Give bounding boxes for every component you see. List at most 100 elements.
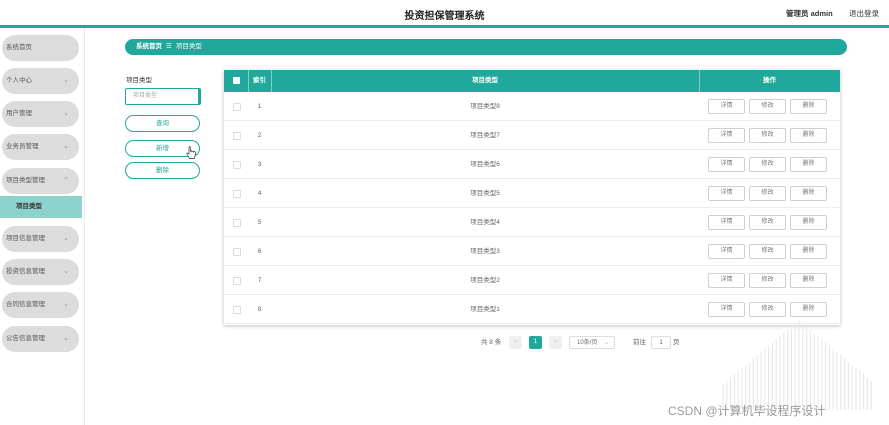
breadcrumb: 系统首页 ☰ 项目类型 <box>125 39 847 55</box>
edit-button[interactable]: 修改 <box>749 273 786 288</box>
sidebar-item-announcements[interactable]: 公告信息管理 ⌄ <box>2 326 79 352</box>
table-row: 7 项目类型2 详情 修改 删除 <box>224 266 840 295</box>
chevron-down-icon: ⌄ <box>63 235 69 242</box>
row-checkbox[interactable] <box>233 277 241 285</box>
select-all-checkbox[interactable] <box>233 77 240 84</box>
sidebar-item-salesmen[interactable]: 业务员管理 ⌄ <box>2 134 79 160</box>
sidebar-item-profile[interactable]: 个人中心 ⌄ <box>2 68 79 94</box>
row-type: 项目类型5 <box>470 190 500 197</box>
top-bar: 投资担保管理系统 管理员 admin 退出登录 <box>0 0 889 25</box>
row-index: 2 <box>257 132 262 139</box>
header-divider <box>0 25 889 28</box>
app-title: 投资担保管理系统 <box>404 11 485 22</box>
row-index: 4 <box>257 190 262 197</box>
logout-link[interactable]: 退出登录 <box>849 8 879 19</box>
row-delete-button[interactable]: 删除 <box>790 99 827 114</box>
row-index: 5 <box>257 219 262 226</box>
row-type: 项目类型7 <box>470 132 500 139</box>
row-index: 8 <box>257 306 262 313</box>
breadcrumb-home[interactable]: 系统首页 <box>136 43 162 50</box>
chevron-down-icon: ⌄ <box>63 301 69 308</box>
delete-button[interactable]: 删除 <box>125 162 200 179</box>
page-size-select[interactable]: 10条/页 ⌄ <box>569 336 615 349</box>
edit-button[interactable]: 修改 <box>749 186 786 201</box>
chevron-up-icon: ⌃ <box>63 177 69 184</box>
query-button[interactable]: 查询 <box>125 115 200 132</box>
sidebar-item-label: 用户管理 <box>6 110 32 117</box>
page-unit-label: 页 <box>673 339 680 346</box>
prev-page-button[interactable]: ‹ <box>509 336 522 349</box>
search-input[interactable]: 项目类型 <box>125 88 201 105</box>
row-index: 3 <box>257 161 262 168</box>
edit-button[interactable]: 修改 <box>749 99 786 114</box>
sidebar-item-investments[interactable]: 投资信息管理 ⌄ <box>2 259 79 285</box>
chevron-down-icon: ⌄ <box>63 110 69 117</box>
page-number-1[interactable]: 1 <box>529 336 542 349</box>
row-delete-button[interactable]: 删除 <box>790 186 827 201</box>
edit-button[interactable]: 修改 <box>749 244 786 259</box>
detail-button[interactable]: 详情 <box>708 244 745 259</box>
page-size-value: 10条/页 <box>577 340 598 346</box>
sidebar-item-project-types[interactable]: 项目类型管理 ⌃ <box>2 168 79 194</box>
hand-cursor-icon <box>186 146 196 159</box>
sidebar-item-home[interactable]: 系统首页 <box>2 35 79 61</box>
row-index: 6 <box>257 248 262 255</box>
sidebar-item-label: 合同信息管理 <box>6 301 45 308</box>
table-row: 1 项目类型8 详情 修改 删除 <box>224 92 840 121</box>
edit-button[interactable]: 修改 <box>749 157 786 172</box>
header-type: 项目类型 <box>472 77 498 84</box>
sidebar-item-users[interactable]: 用户管理 ⌄ <box>2 101 79 127</box>
goto-label: 前往 <box>633 339 646 346</box>
row-checkbox[interactable] <box>233 132 241 140</box>
detail-button[interactable]: 详情 <box>708 273 745 288</box>
sidebar: 系统首页 个人中心 ⌄ 用户管理 ⌄ 业务员管理 ⌄ 项目类型管理 ⌃ 项目类型 项目信… <box>0 28 85 425</box>
table-row: 6 项目类型3 详情 修改 删除 <box>224 237 840 266</box>
detail-button[interactable]: 详情 <box>708 186 745 201</box>
row-checkbox[interactable] <box>233 103 241 111</box>
row-checkbox[interactable] <box>233 219 241 227</box>
row-delete-button[interactable]: 删除 <box>790 215 827 230</box>
detail-button[interactable]: 详情 <box>708 215 745 230</box>
row-delete-button[interactable]: 删除 <box>790 128 827 143</box>
row-type: 项目类型8 <box>470 103 500 110</box>
table-row: 2 项目类型7 详情 修改 删除 <box>224 121 840 150</box>
row-checkbox[interactable] <box>233 161 241 169</box>
row-index: 7 <box>257 277 262 284</box>
table-row: 3 项目类型6 详情 修改 删除 <box>224 150 840 179</box>
row-delete-button[interactable]: 删除 <box>790 244 827 259</box>
breadcrumb-current: 项目类型 <box>175 43 202 50</box>
detail-button[interactable]: 详情 <box>708 157 745 172</box>
chevron-down-icon: ⌄ <box>63 77 69 84</box>
search-label: 项目类型 <box>126 77 152 84</box>
edit-button[interactable]: 修改 <box>749 215 786 230</box>
detail-button[interactable]: 详情 <box>708 128 745 143</box>
current-user: 管理员 admin <box>786 9 833 18</box>
row-type: 项目类型2 <box>470 277 500 284</box>
data-table: 索引 项目类型 操作 1 项目类型8 详情 修改 删除 2 项目类型7 详情 修改 删除 3 项目类型… <box>224 70 840 325</box>
row-delete-button[interactable]: 删除 <box>790 273 827 288</box>
row-type: 项目类型6 <box>470 161 500 168</box>
row-checkbox[interactable] <box>233 306 241 314</box>
header-actions: 操作 <box>763 77 776 84</box>
sidebar-item-label: 公告信息管理 <box>6 335 45 342</box>
table-row: 5 项目类型4 详情 修改 删除 <box>224 208 840 237</box>
edit-button[interactable]: 修改 <box>749 128 786 143</box>
sidebar-subitem-project-type[interactable]: 项目类型 <box>0 196 82 218</box>
watermark: CSDN @计算机毕设程序设计 <box>668 404 826 418</box>
sidebar-item-label: 系统首页 <box>6 44 32 51</box>
pagination-total: 共 8 条 <box>481 339 502 346</box>
row-index: 1 <box>257 103 262 110</box>
chevron-down-icon: ⌄ <box>63 143 69 150</box>
sidebar-item-contracts[interactable]: 合同信息管理 ⌄ <box>2 292 79 318</box>
row-delete-button[interactable]: 删除 <box>790 157 827 172</box>
row-type: 项目类型1 <box>470 306 500 313</box>
detail-button[interactable]: 详情 <box>708 99 745 114</box>
row-checkbox[interactable] <box>233 248 241 256</box>
goto-page-input[interactable]: 1 <box>651 336 671 349</box>
row-checkbox[interactable] <box>233 190 241 198</box>
header-index: 索引 <box>253 77 266 84</box>
sidebar-item-label: 项目类型管理 <box>6 177 45 184</box>
next-page-button[interactable]: › <box>549 336 562 349</box>
row-type: 项目类型4 <box>470 219 500 226</box>
sidebar-item-projects[interactable]: 项目信息管理 ⌄ <box>2 226 79 252</box>
